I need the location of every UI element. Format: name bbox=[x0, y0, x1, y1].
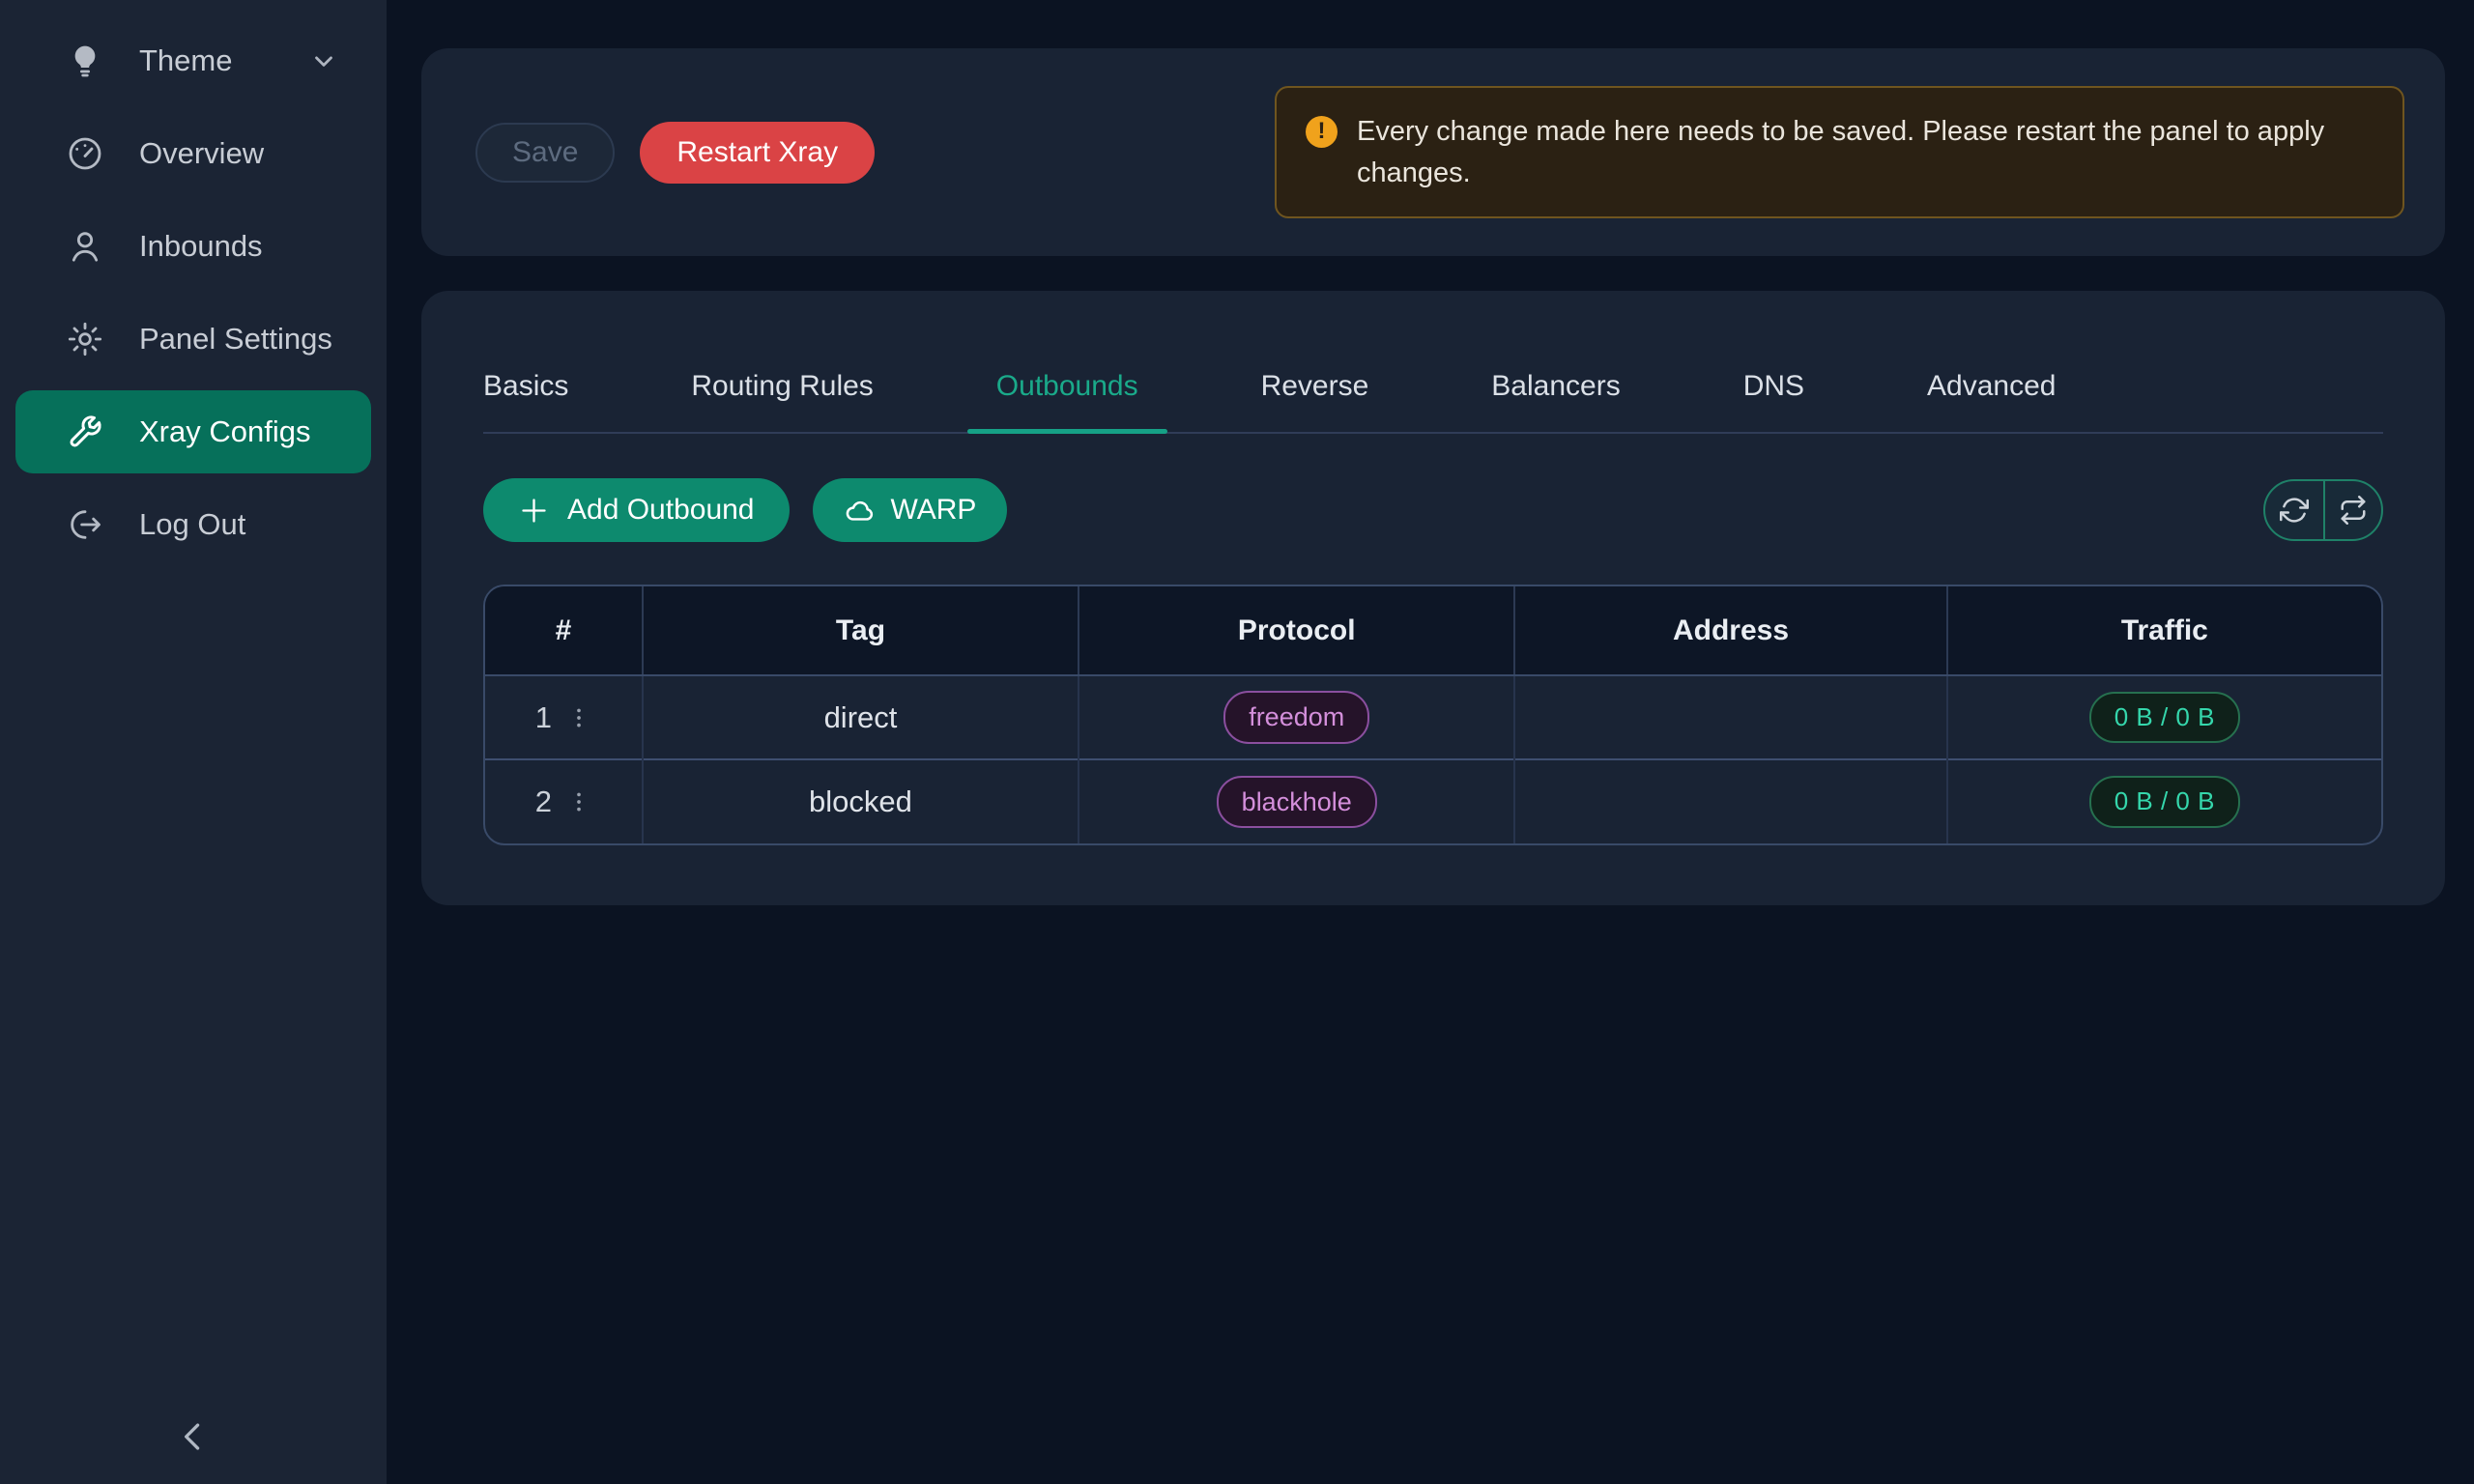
save-button[interactable]: Save bbox=[475, 123, 615, 183]
restart-warning-alert: ! Every change made here needs to be sav… bbox=[1275, 86, 2404, 219]
row-menu-icon[interactable] bbox=[566, 789, 591, 814]
sidebar-item-theme[interactable]: Theme bbox=[15, 19, 371, 102]
repeat-icon bbox=[2339, 496, 2368, 525]
plus-icon bbox=[518, 495, 550, 527]
actions-row: Add Outbound WARP bbox=[483, 478, 2383, 542]
logout-icon bbox=[66, 505, 104, 544]
sidebar-item-panel-settings[interactable]: Panel Settings bbox=[15, 298, 371, 381]
cell-address bbox=[1514, 759, 1946, 843]
cell-tag: direct bbox=[643, 675, 1079, 759]
xray-config-card: Basics Routing Rules Outbounds Reverse Balan… bbox=[421, 291, 2445, 905]
row-menu-icon[interactable] bbox=[566, 705, 591, 730]
sidebar-item-label: Overview bbox=[139, 136, 264, 171]
cell-protocol: freedom bbox=[1079, 675, 1514, 759]
cell-traffic: 0 B / 0 B bbox=[1947, 759, 2381, 843]
sidebar-item-log-out[interactable]: Log Out bbox=[15, 483, 371, 566]
alert-text: Every change made here needs to be saved… bbox=[1357, 111, 2373, 194]
table-header-row: #TagProtocolAddressTraffic bbox=[485, 586, 2381, 675]
bulb-icon bbox=[66, 42, 104, 80]
warp-button[interactable]: WARP bbox=[813, 478, 1008, 542]
toolbar-card: Save Restart Xray ! Every change made he… bbox=[421, 48, 2445, 256]
sidebar-item-inbounds[interactable]: Inbounds bbox=[15, 205, 371, 288]
tab-basics[interactable]: Basics bbox=[483, 370, 568, 432]
app-root: Theme Overview Inbounds Panel Settings Xray … bbox=[0, 0, 2474, 1484]
cell-address bbox=[1514, 675, 1946, 759]
table-row: 1 direct freedom 0 B / 0 B bbox=[485, 675, 2381, 759]
protocol-badge: freedom bbox=[1223, 691, 1369, 743]
column-header-index: # bbox=[485, 586, 643, 675]
chevron-down-icon bbox=[309, 46, 338, 75]
tab-dns[interactable]: DNS bbox=[1743, 370, 1804, 432]
column-header-tag: Tag bbox=[643, 586, 1079, 675]
warning-circle-icon: ! bbox=[1306, 116, 1338, 148]
add-outbound-button[interactable]: Add Outbound bbox=[483, 478, 790, 542]
sidebar-item-label: Panel Settings bbox=[139, 322, 332, 357]
row-number: 1 bbox=[535, 700, 552, 735]
tab-balancers[interactable]: Balancers bbox=[1491, 370, 1620, 432]
wrench-icon bbox=[66, 413, 104, 451]
tab-reverse[interactable]: Reverse bbox=[1261, 370, 1369, 432]
sidebar-item-label: Theme bbox=[139, 43, 232, 78]
cloud-icon bbox=[844, 495, 876, 527]
column-header-address: Address bbox=[1514, 586, 1946, 675]
restart-xray-button[interactable]: Restart Xray bbox=[640, 122, 875, 184]
table-row: 2 blocked blackhole 0 B / 0 B bbox=[485, 759, 2381, 843]
tab-advanced[interactable]: Advanced bbox=[1927, 370, 2056, 432]
refresh-button[interactable] bbox=[2265, 481, 2323, 539]
traffic-badge: 0 B / 0 B bbox=[2089, 776, 2240, 827]
gear-icon bbox=[66, 320, 104, 358]
column-header-traffic: Traffic bbox=[1947, 586, 2381, 675]
sidebar-item-label: Xray Configs bbox=[139, 414, 310, 449]
tab-routing-rules[interactable]: Routing Rules bbox=[691, 370, 873, 432]
refresh-icon bbox=[2280, 496, 2309, 525]
dashboard-icon bbox=[66, 134, 104, 173]
outbounds-table: #TagProtocolAddressTraffic 1 direct freedo… bbox=[483, 585, 2383, 845]
sidebar-item-label: Log Out bbox=[139, 507, 245, 542]
cell-traffic: 0 B / 0 B bbox=[1947, 675, 2381, 759]
sidebar-item-label: Inbounds bbox=[139, 229, 263, 264]
sidebar-item-overview[interactable]: Overview bbox=[15, 112, 371, 195]
add-outbound-label: Add Outbound bbox=[567, 494, 755, 527]
cell-index: 1 bbox=[485, 675, 643, 759]
protocol-badge: blackhole bbox=[1217, 776, 1377, 828]
main-content: Save Restart Xray ! Every change made he… bbox=[387, 0, 2474, 1484]
table-tools-group bbox=[2263, 479, 2383, 541]
table-body: 1 direct freedom 0 B / 0 B 2 blocked blackhole… bbox=[485, 675, 2381, 843]
sidebar: Theme Overview Inbounds Panel Settings Xray … bbox=[0, 0, 387, 1484]
sidebar-nav: Theme Overview Inbounds Panel Settings Xray … bbox=[0, 19, 387, 566]
row-number: 2 bbox=[535, 785, 552, 819]
warp-label: WARP bbox=[891, 494, 977, 527]
cell-index: 2 bbox=[485, 759, 643, 843]
sidebar-collapse-button[interactable] bbox=[0, 1415, 387, 1463]
tab-outbounds[interactable]: Outbounds bbox=[996, 370, 1138, 432]
user-icon bbox=[66, 227, 104, 266]
auto-refresh-toggle-button[interactable] bbox=[2323, 481, 2381, 539]
column-header-protocol: Protocol bbox=[1079, 586, 1514, 675]
chevron-left-icon bbox=[172, 1415, 215, 1463]
traffic-badge: 0 B / 0 B bbox=[2089, 692, 2240, 743]
cell-protocol: blackhole bbox=[1079, 759, 1514, 843]
config-tabs: Basics Routing Rules Outbounds Reverse Balan… bbox=[483, 370, 2383, 434]
sidebar-item-xray-configs[interactable]: Xray Configs bbox=[15, 390, 371, 473]
cell-tag: blocked bbox=[643, 759, 1079, 843]
